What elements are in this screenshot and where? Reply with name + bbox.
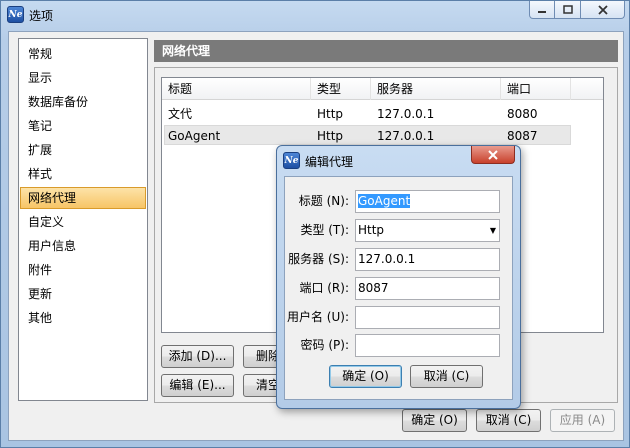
column-header-port[interactable]: 端口 [501,78,571,100]
dialog-cancel-button[interactable]: 取消 (C) [410,365,483,388]
dialog-app-icon: Ne [283,152,300,169]
nav-item-general[interactable]: 常规 [20,43,146,65]
username-field[interactable] [355,306,500,329]
type-select[interactable]: Http ▼ [355,219,500,242]
dialog-title: 编辑代理 [305,155,354,169]
password-label: 密码 (P): [300,338,349,352]
nav-item-style[interactable]: 样式 [20,163,146,185]
column-header-type[interactable]: 类型 [311,78,371,100]
nav-item-extensions[interactable]: 扩展 [20,139,146,161]
dialog-close-button[interactable] [471,146,515,164]
edit-proxy-dialog: Ne 编辑代理 标题 (N): GoAgent 类型 (T): Http ▼ 服… [276,145,521,409]
title-field-value: GoAgent [358,194,411,208]
nav-item-attachments[interactable]: 附件 [20,259,146,281]
minimize-button[interactable] [529,1,555,19]
column-header-title[interactable]: 标题 [162,78,311,100]
dialog-body: 标题 (N): GoAgent 类型 (T): Http ▼ 服务器 (S): … [284,176,513,400]
port-label: 端口 (R): [299,281,349,295]
panel-title: 网络代理 [154,40,618,62]
cell-port: 8087 [507,129,538,143]
minimize-icon [538,10,546,13]
cancel-button[interactable]: 取消 (C) [476,409,541,432]
close-button[interactable] [581,1,625,19]
port-field[interactable]: 8087 [355,277,500,300]
title-field[interactable]: GoAgent [355,190,500,213]
username-label: 用户名 (U): [286,310,349,324]
server-label: 服务器 (S): [288,252,349,266]
table-header: 标题 类型 服务器 端口 [162,78,603,100]
add-button[interactable]: 添加 (D)... [161,345,234,368]
title-label: 标题 (N): [298,194,349,208]
cell-type: Http [317,107,344,121]
nav-item-db-backup[interactable]: 数据库备份 [20,91,146,113]
nav-item-other[interactable]: 其他 [20,307,146,329]
table-row[interactable]: GoAgent Http 127.0.0.1 8087 [164,125,571,145]
dialog-ok-button[interactable]: 确定 (O) [329,365,402,388]
window-title: 选项 [29,9,54,23]
maximize-icon [562,4,573,14]
server-field[interactable]: 127.0.0.1 [355,248,500,271]
dropdown-arrow-icon: ▼ [489,226,496,235]
options-nav-list[interactable]: 常规 显示 数据库备份 笔记 扩展 样式 网络代理 自定义 用户信息 附件 更新… [18,38,148,401]
cell-server: 127.0.0.1 [377,107,435,121]
type-select-value: Http [358,223,385,237]
cell-server: 127.0.0.1 [377,129,435,143]
nav-item-notes[interactable]: 笔记 [20,115,146,137]
column-header-server[interactable]: 服务器 [371,78,501,100]
apply-button[interactable]: 应用 (A) [550,409,615,432]
close-icon [597,4,608,15]
table-row[interactable]: 文代 Http 127.0.0.1 8080 [164,104,571,124]
caption-buttons [529,1,625,19]
password-field[interactable] [355,334,500,357]
ok-button[interactable]: 确定 (O) [402,409,467,432]
maximize-button[interactable] [555,1,581,19]
cell-port: 8080 [507,107,538,121]
edit-button[interactable]: 编辑 (E)... [161,374,234,397]
type-label: 类型 (T): [300,223,349,237]
cell-title: GoAgent [168,129,221,143]
nav-item-user-info[interactable]: 用户信息 [20,235,146,257]
app-icon: Ne [7,6,24,23]
nav-item-display[interactable]: 显示 [20,67,146,89]
title-bar[interactable]: Ne 选项 [1,1,629,29]
close-icon [488,149,498,160]
cell-title: 文代 [168,107,193,121]
nav-item-network-proxy[interactable]: 网络代理 [20,187,146,209]
cell-type: Http [317,129,344,143]
nav-item-custom[interactable]: 自定义 [20,211,146,233]
nav-item-update[interactable]: 更新 [20,283,146,305]
